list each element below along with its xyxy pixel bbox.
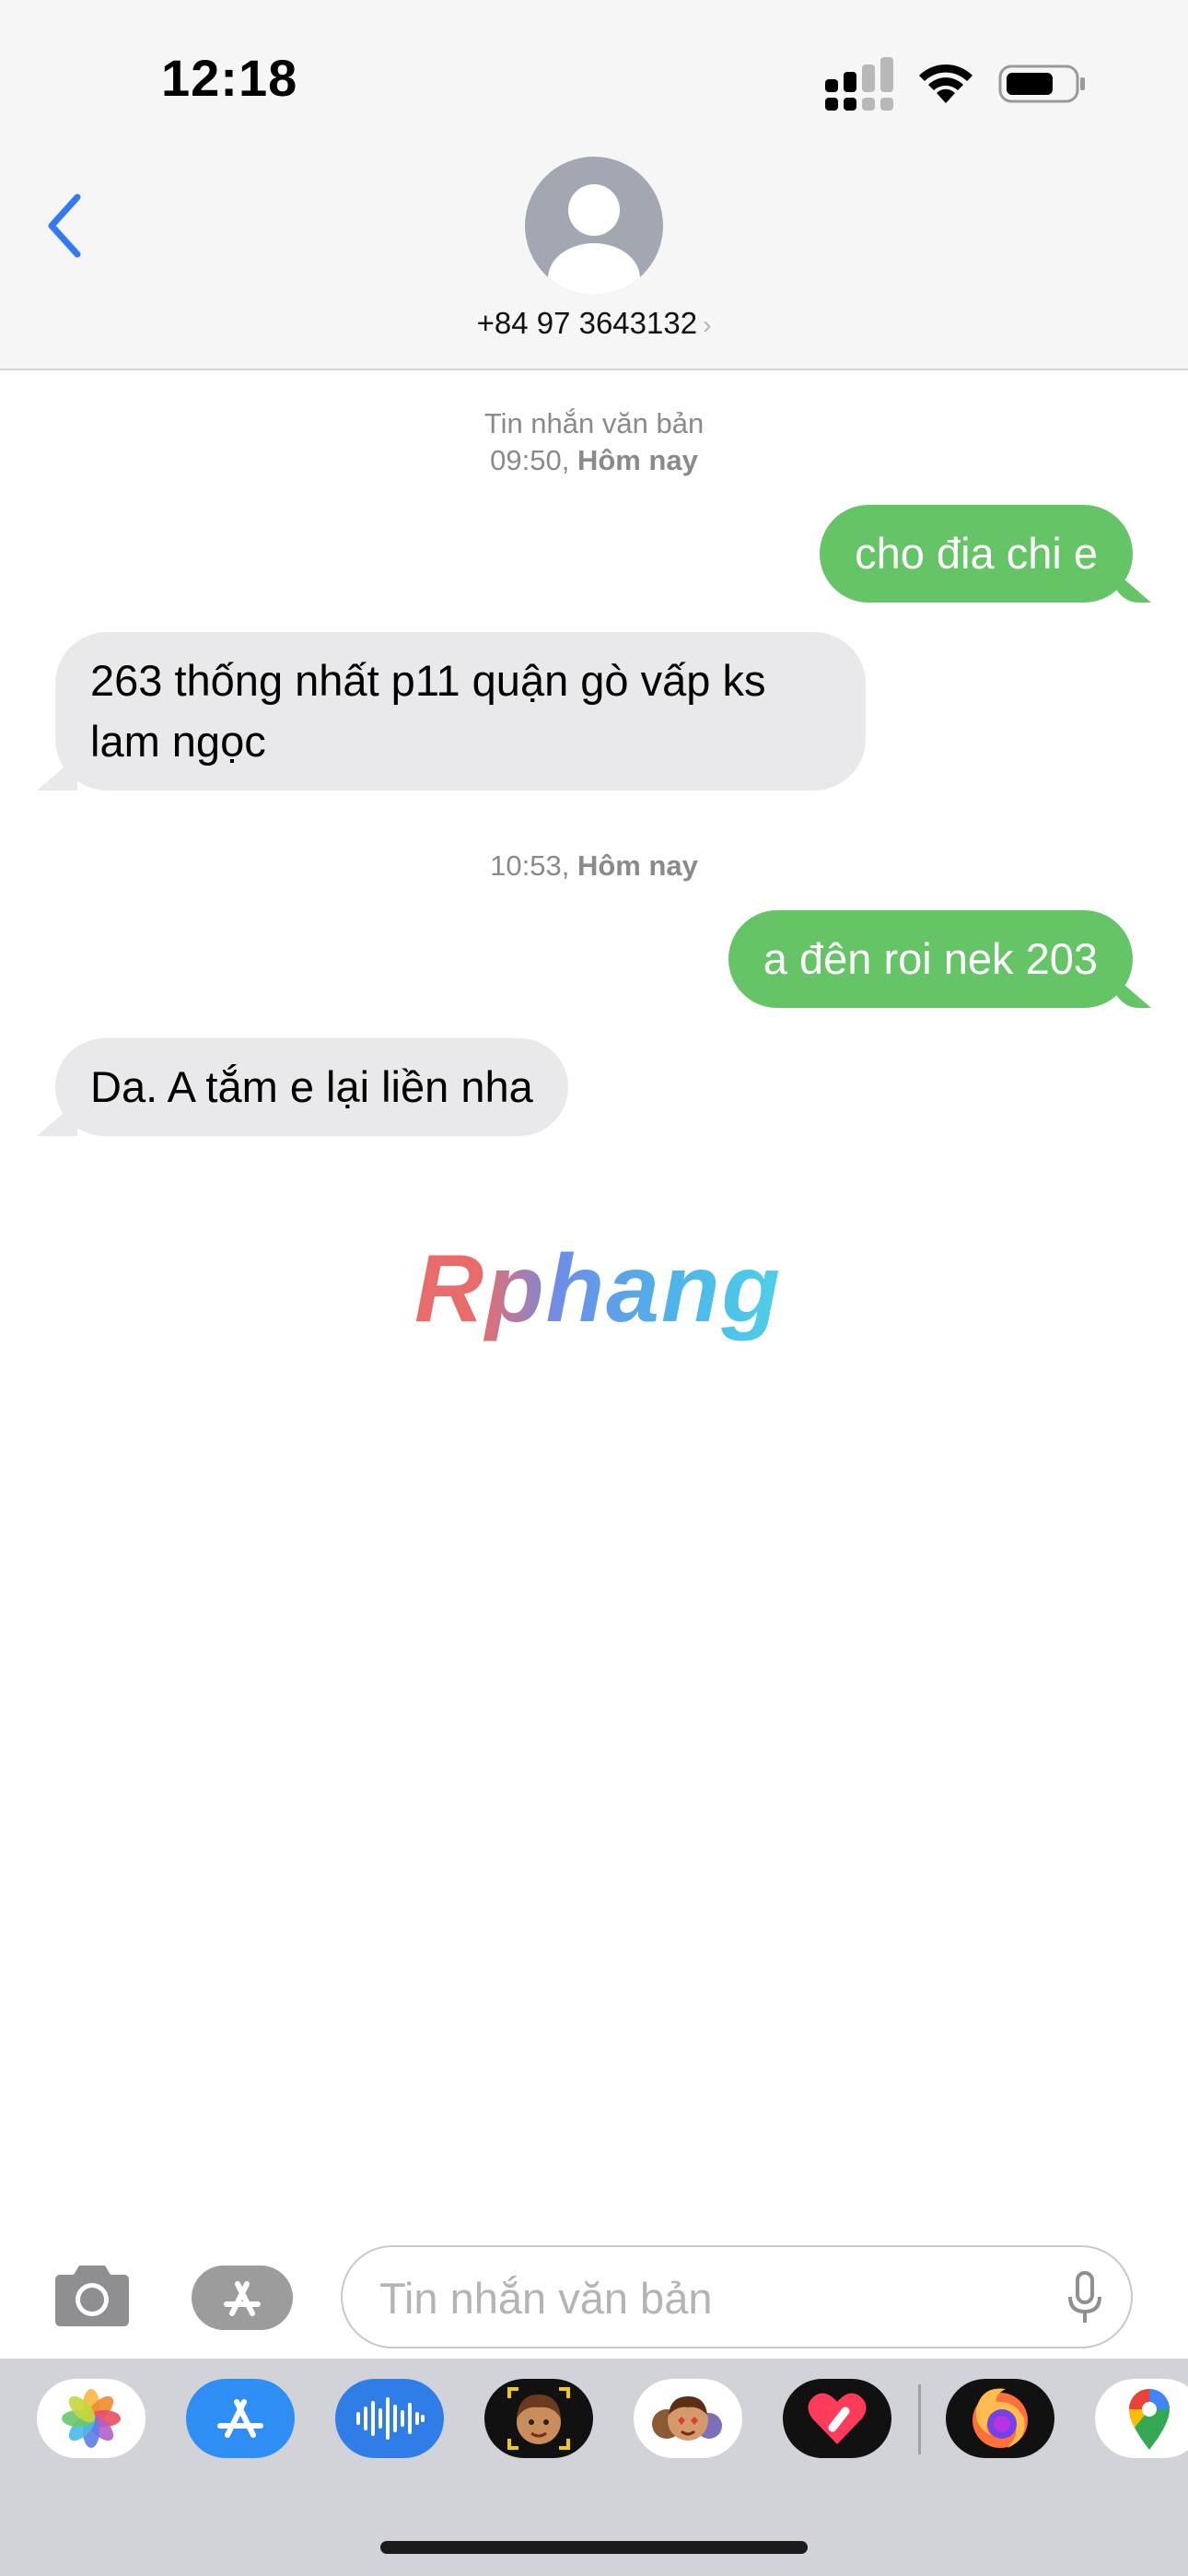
app-store-icon: [217, 2399, 263, 2438]
wifi-icon: [919, 64, 973, 103]
timestamp-1: Tin nhắn văn bản 09:50, Hôm nay: [0, 405, 1188, 479]
message-type-label: Tin nhắn văn bản: [483, 407, 705, 439]
chevron-left-icon: [48, 193, 81, 258]
cellular-signal-icon: [825, 57, 893, 111]
timestamp-1-time: 09:50,: [490, 444, 570, 476]
sent-message-2[interactable]: a đên roi nek 203: [728, 910, 1133, 1008]
conversation-header: 12:18 +84 97 3643132 ›: [0, 0, 1188, 370]
google-maps-app-button[interactable]: [1095, 2379, 1188, 2458]
audio-message-button[interactable]: [335, 2379, 444, 2458]
photos-app-button[interactable]: [37, 2379, 146, 2458]
compose-bar: [0, 2234, 1188, 2354]
firefox-app-button[interactable]: [946, 2379, 1054, 2458]
camera-icon: [55, 2266, 129, 2326]
timestamp-2-day: Hôm nay: [577, 849, 698, 882]
timestamp-1-day: Hôm nay: [577, 444, 698, 476]
contact-number: +84 97 3643132: [476, 306, 698, 340]
memoji-stickers-icon: [652, 2396, 722, 2441]
app-store-button[interactable]: [192, 2266, 293, 2330]
chevron-right-icon: ›: [703, 310, 712, 339]
message-input-field[interactable]: [341, 2245, 1133, 2348]
status-time: 12:18: [161, 49, 298, 107]
memoji-app-button[interactable]: [484, 2379, 593, 2458]
home-indicator[interactable]: [380, 2541, 808, 2554]
contact-name-button[interactable]: +84 97 3643132 ›: [0, 306, 1188, 341]
status-icons: [825, 57, 1087, 111]
message-input[interactable]: [379, 2267, 1024, 2328]
battery-icon: [998, 64, 1085, 103]
microphone-icon[interactable]: [1066, 2271, 1103, 2326]
watermark: Rphang: [414, 1235, 783, 1342]
google-maps-icon: [1129, 2389, 1170, 2450]
drawer-separator: [918, 2384, 921, 2454]
received-message-2[interactable]: Da. A tắm e lại liền nha: [55, 1038, 568, 1136]
messages-screen: 12:18 +84 97 3643132 › Tin nhắn văn bản …: [0, 0, 1188, 2576]
app-store-app-button[interactable]: [186, 2379, 295, 2458]
photos-icon: [62, 2389, 121, 2448]
memoji-stickers-button[interactable]: [634, 2379, 742, 2458]
sent-message-1[interactable]: cho đia chi e: [820, 505, 1133, 603]
person-icon: [548, 184, 640, 295]
firefox-icon: [973, 2388, 1028, 2448]
camera-button[interactable]: [50, 2262, 134, 2328]
contact-avatar[interactable]: [525, 157, 663, 295]
timestamp-1-line: 09:50, Hôm nay: [0, 442, 1188, 479]
timestamp-2: 10:53, Hôm nay: [0, 848, 1188, 884]
received-message-1[interactable]: 263 thống nhất p11 quận gò vấp ks lam ng…: [55, 632, 866, 790]
back-button[interactable]: [37, 184, 92, 267]
audio-waveform-icon: [356, 2397, 425, 2440]
memoji-icon: [507, 2387, 570, 2450]
digital-touch-heart-icon: [808, 2393, 867, 2444]
digital-touch-button[interactable]: [783, 2379, 891, 2458]
app-store-icon: [224, 2281, 261, 2316]
timestamp-2-time: 10:53,: [490, 849, 570, 882]
